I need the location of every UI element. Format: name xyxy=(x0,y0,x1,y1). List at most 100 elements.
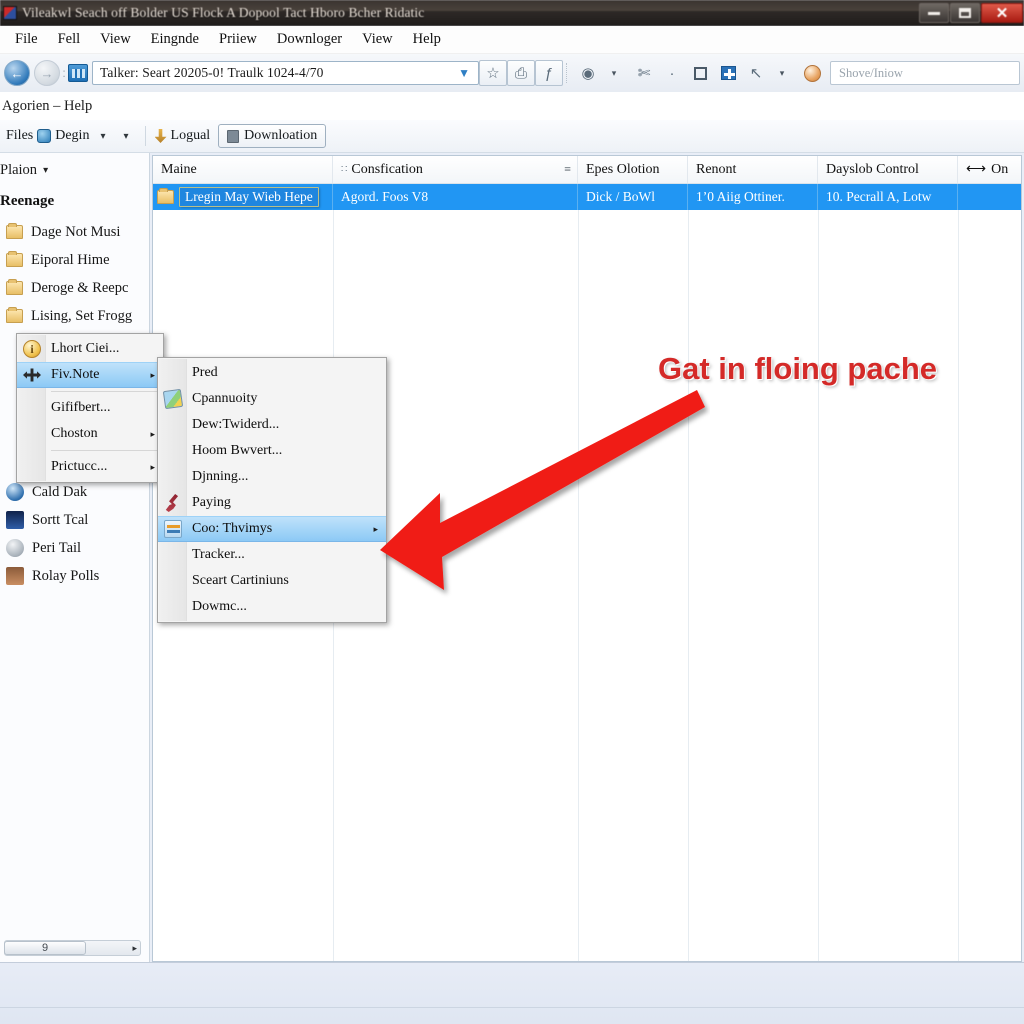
cut-button[interactable]: ✄ xyxy=(630,60,658,86)
address-input[interactable]: Talker: Seart 20205-0! Traulk 1024-4/70 xyxy=(100,65,454,81)
menu-item-gififbert[interactable]: Gififbert... xyxy=(17,395,163,421)
pointer-button[interactable]: ↖ xyxy=(742,60,770,86)
menu-item-fiv-note[interactable]: Fiv.Note ▸ xyxy=(17,362,163,388)
menu-item-coo-thvimys[interactable]: Coo: Thvimys ▸ xyxy=(158,516,386,542)
context-menu-secondary: Pred Cpannuoity Dew:Twiderd... Hoom Bwve… xyxy=(157,357,387,623)
cell-name[interactable]: Lregin May Wieb Hepe xyxy=(153,184,333,210)
add-button[interactable] xyxy=(714,60,742,86)
drive-icon xyxy=(6,539,24,557)
menu-item-dowmc[interactable]: Dowmc... xyxy=(158,594,386,620)
command-bar-divider xyxy=(144,126,146,146)
menu-item-paying[interactable]: Paying xyxy=(158,490,386,516)
sidebar-item-folder-1[interactable]: Eiporal Hime xyxy=(0,246,149,274)
column-header-on[interactable]: ⟷ On xyxy=(958,156,1021,183)
sidebar-item-place-3[interactable]: Rolay Polls xyxy=(0,562,149,590)
menu-item-fell[interactable]: Fell xyxy=(49,29,90,50)
annotation-label: Gat in floing pache xyxy=(658,351,938,386)
cell-on xyxy=(958,184,1021,210)
column-header-consfication[interactable]: ∷ Consfication ≡ xyxy=(333,156,578,183)
scroll-right-arrow-icon[interactable]: ▸ xyxy=(132,943,137,954)
minimize-button[interactable] xyxy=(919,3,949,23)
sidebar-header[interactable]: Plaion ▾ xyxy=(0,153,149,187)
menu-item-view-2[interactable]: View xyxy=(353,29,402,50)
sidebar-horizontal-scrollbar[interactable]: 9 ▸ xyxy=(4,940,141,956)
chevron-down-icon[interactable]: ▼ xyxy=(454,66,474,80)
tools-button[interactable]: ƒ xyxy=(535,60,563,86)
favorites-button[interactable]: ☆ xyxy=(479,60,507,86)
stop-button[interactable] xyxy=(686,60,714,86)
menu-item-prictucc[interactable]: Prictucc... ▸ xyxy=(17,454,163,480)
column-header-renont[interactable]: Renont xyxy=(688,156,818,183)
menu-item-help[interactable]: Help xyxy=(404,29,450,50)
menu-item-hoom-bwvert[interactable]: Hoom Bwvert... xyxy=(158,438,386,464)
maximize-icon xyxy=(959,8,971,18)
menu-item-pred[interactable]: Pred xyxy=(158,360,386,386)
folder-icon xyxy=(6,251,23,267)
files-label[interactable]: Files xyxy=(6,128,33,144)
search-input[interactable]: Shove/Iniow xyxy=(839,66,903,81)
status-bar-divider xyxy=(0,1007,1024,1008)
menu-item-priiew[interactable]: Priiew xyxy=(210,29,266,50)
menu-item-dew-twiderd[interactable]: Dew:Twiderd... xyxy=(158,412,386,438)
menu-item-file[interactable]: File xyxy=(6,29,47,50)
print-button[interactable]: ⎙ xyxy=(507,60,535,86)
menu-item-label: Choston xyxy=(51,426,98,441)
search-box[interactable]: Shove/Iniow xyxy=(830,61,1020,85)
column-header-dayslob-control[interactable]: Dayslob Control xyxy=(818,156,958,183)
menu-item-eingnde[interactable]: Eingnde xyxy=(142,29,208,50)
pointer-dropdown[interactable]: ▾ xyxy=(770,60,798,86)
capture-dropdown[interactable]: ▾ xyxy=(602,60,630,86)
dot-icon: · xyxy=(669,64,675,82)
column-header-epes-olotion[interactable]: Epes Olotion xyxy=(578,156,688,183)
address-site-icon xyxy=(68,64,88,82)
scissors-icon: ✄ xyxy=(637,65,651,82)
table-row[interactable]: Lregin May Wieb Hepe Agord. Foos V8 Dick… xyxy=(153,184,1021,210)
hamburger-icon[interactable]: ≡ xyxy=(564,162,571,177)
menu-item-view[interactable]: View xyxy=(91,29,140,50)
sidebar-item-place-2[interactable]: Peri Tail xyxy=(0,534,149,562)
status-bar xyxy=(0,962,1024,1024)
column-header-maine[interactable]: Maine xyxy=(153,156,333,183)
folder-icon xyxy=(6,223,23,239)
menu-item-sceart-cartiniuns[interactable]: Sceart Cartiniuns xyxy=(158,568,386,594)
menu-item-downloger[interactable]: Downloger xyxy=(268,29,351,50)
organize-caret[interactable]: ▾ xyxy=(93,131,112,142)
capture-button[interactable]: ◉ xyxy=(574,60,602,86)
menu-item-label: Fiv.Note xyxy=(51,367,100,382)
sidebar-item-folder-3[interactable]: Lising, Set Frogg xyxy=(0,302,149,330)
logual-button[interactable]: Logual xyxy=(171,128,211,144)
back-button[interactable]: ← xyxy=(4,60,30,86)
close-icon: ✕ xyxy=(995,4,1009,22)
menu-item-djnning[interactable]: Djnning... xyxy=(158,464,386,490)
menu-item-cpannuoity[interactable]: Cpannuoity xyxy=(158,386,386,412)
cell-dayslob-control: 10. Pecrall A, Lotw xyxy=(818,184,958,210)
menu-item-label: Prictucc... xyxy=(51,459,108,474)
sidebar: Plaion ▾ Reenage Dage Not Musi Eiporal H… xyxy=(0,153,150,962)
menu-item-tracker[interactable]: Tracker... xyxy=(158,542,386,568)
column-header-label: On xyxy=(991,161,1009,177)
cell-epes-olotion: Dick / BoWl xyxy=(578,184,688,210)
views-caret[interactable]: ▾ xyxy=(116,131,135,142)
download-button-label: Downloation xyxy=(244,128,318,143)
chevron-right-icon: ▸ xyxy=(150,461,155,472)
scrollbar-thumb[interactable]: 9 xyxy=(4,941,86,955)
menu-item-label: Lhort Ciei... xyxy=(51,341,120,356)
maximize-button[interactable] xyxy=(950,3,980,23)
highlight-button[interactable] xyxy=(798,60,826,86)
download-button[interactable]: Downloation xyxy=(218,124,327,148)
menu-item-lhort-ciei[interactable]: i Lhort Ciei... xyxy=(17,336,163,362)
forward-button[interactable]: → xyxy=(34,60,60,86)
close-button[interactable]: ✕ xyxy=(981,3,1023,23)
sidebar-item-label: Eiporal Hime xyxy=(31,251,110,268)
context-menu-primary: i Lhort Ciei... Fiv.Note ▸ Gififbert... … xyxy=(16,333,164,483)
sidebar-item-label: Dage Not Musi xyxy=(31,223,121,240)
organize-button[interactable]: Degin xyxy=(55,128,89,144)
column-header-label: Epes Olotion xyxy=(586,161,660,177)
menu-item-choston[interactable]: Choston ▸ xyxy=(17,421,163,447)
sidebar-item-folder-0[interactable]: Dage Not Musi xyxy=(0,218,149,246)
address-bar[interactable]: Talker: Seart 20205-0! Traulk 1024-4/70 … xyxy=(92,61,479,85)
sidebar-item-folder-2[interactable]: Deroge & Reepc xyxy=(0,274,149,302)
sidebar-item-place-1[interactable]: Sortt Tcal xyxy=(0,506,149,534)
menu-item-label: Djnning... xyxy=(192,469,249,484)
info-icon: i xyxy=(23,340,41,358)
